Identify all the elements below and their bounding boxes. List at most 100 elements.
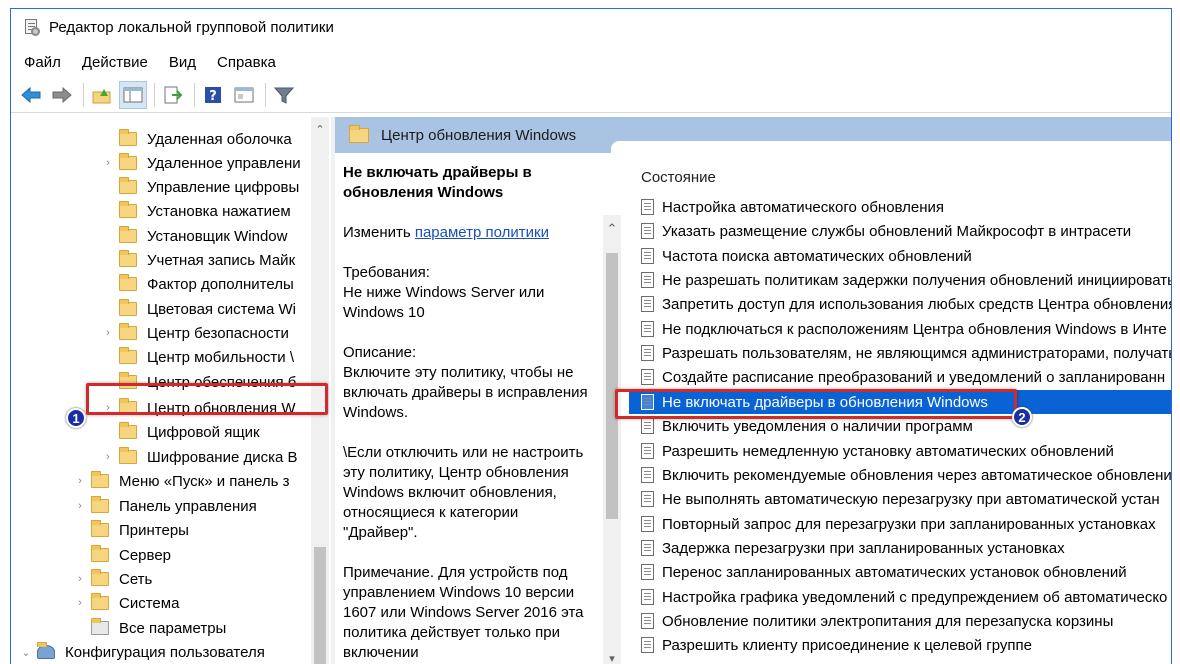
policy-row[interactable]: Задержка перезагрузки при запланированны… [629, 536, 1171, 560]
back-arrow-icon[interactable] [17, 81, 45, 109]
policy-row[interactable]: Запретить доступ для использования любых… [629, 292, 1171, 316]
folder-icon [119, 274, 137, 291]
policy-icon [641, 516, 654, 532]
menu-bar: Файл Действие Вид Справка [11, 49, 1171, 75]
policy-row[interactable]: Не подключаться к расположениям Центра о… [629, 317, 1171, 341]
folder-icon [119, 323, 137, 340]
tree-item[interactable]: Фактор дополнителы [101, 272, 331, 296]
menu-help[interactable]: Справка [217, 54, 276, 71]
up-folder-icon[interactable] [88, 81, 116, 109]
policy-row[interactable]: Настройка графика уведомлений с предупре… [629, 585, 1171, 609]
policy-row[interactable]: Разрешить клиенту присоединение к целево… [629, 633, 1171, 657]
tree-item-user-config[interactable]: ⌄ Конфигурация пользователя [19, 640, 319, 664]
policy-row[interactable]: Частота поиска автоматических обновлений [629, 244, 1171, 268]
policy-row[interactable]: Перенос запланированных автоматических у… [629, 560, 1171, 584]
policy-description: Не включать драйверы в обновления Window… [343, 163, 593, 663]
policy-row[interactable]: Повторный запрос для перезагрузки при за… [629, 512, 1171, 536]
tree-item[interactable]: › Удаленное управлени [101, 151, 331, 175]
expand-chevron-icon[interactable]: › [73, 500, 87, 512]
app-icon [23, 18, 41, 36]
policy-icon [641, 564, 654, 580]
folder-icon [119, 177, 137, 194]
content-header-title: Центр обновления Windows [381, 126, 577, 144]
toolbar-separator [154, 82, 155, 107]
folder-icon [91, 593, 109, 610]
policy-row[interactable]: Настройка автоматического обновления [629, 195, 1171, 219]
show-hide-tree-icon[interactable] [119, 80, 147, 109]
tree-item[interactable]: › Меню «Пуск» и панель з [73, 469, 331, 493]
tree-item[interactable]: Удаленная оболочка [101, 127, 331, 151]
policy-row[interactable]: Разрешать пользователям, не являющимся а… [629, 341, 1171, 365]
step-badge-1: 1 [66, 408, 86, 428]
policy-icon [641, 369, 654, 385]
policy-row[interactable]: Указать размещение службы обновлений Май… [629, 219, 1171, 243]
scroll-thumb[interactable] [314, 547, 326, 664]
highlight-box-policy [615, 389, 1017, 419]
policy-icon [641, 248, 654, 264]
scroll-up-icon[interactable]: ⌃ [603, 221, 621, 237]
expand-chevron-icon[interactable]: › [101, 157, 115, 169]
edit-policy-link[interactable]: параметр политики [415, 224, 549, 241]
expand-chevron-icon[interactable]: › [101, 451, 115, 463]
expand-chevron-icon[interactable]: › [73, 597, 87, 609]
policy-row[interactable]: Не выполнять автоматическую перезагрузку… [629, 487, 1171, 511]
menu-view[interactable]: Вид [169, 54, 196, 71]
tree-item[interactable]: Сервер [73, 543, 331, 567]
tree-item[interactable]: › Система [73, 591, 331, 615]
description-scrollbar[interactable]: ⌃ ▾ [603, 215, 621, 664]
policy-icon [641, 223, 654, 239]
collapse-chevron-icon[interactable]: ⌄ [19, 646, 33, 659]
policy-icon [641, 637, 654, 653]
folder-icon [119, 347, 137, 364]
policy-icon [641, 296, 654, 312]
policy-icon [641, 418, 654, 434]
tree-item[interactable]: Установщик Window [101, 224, 331, 248]
filter-icon[interactable] [270, 81, 298, 109]
menu-file[interactable]: Файл [24, 54, 61, 71]
policy-row[interactable]: Создайте расписание преобразований и уве… [629, 365, 1171, 389]
toolbar-separator [265, 82, 266, 107]
tree-item[interactable]: Цифровой ящик [101, 420, 331, 444]
scroll-up-icon[interactable]: ⌃ [311, 123, 329, 137]
tree-item[interactable]: Принтеры [73, 518, 331, 542]
policy-icon [641, 443, 654, 459]
export-list-icon[interactable] [159, 81, 187, 109]
tree-item[interactable]: Все параметры [73, 616, 331, 640]
user-config-icon [37, 642, 55, 659]
expand-chevron-icon[interactable]: › [73, 573, 87, 585]
policy-row[interactable]: Разрешить немедленную установку автомати… [629, 439, 1171, 463]
policy-title: Не включать драйверы в обновления Window… [343, 164, 532, 201]
note: Примечание. Для устройств под управление… [343, 564, 584, 661]
scroll-thumb[interactable] [606, 253, 618, 519]
properties-icon[interactable] [230, 81, 258, 109]
tree-item[interactable]: Цветовая система Wi [101, 297, 331, 321]
column-header-state[interactable]: Состояние [641, 169, 716, 186]
policy-icon [641, 589, 654, 605]
help-icon[interactable]: ? [199, 81, 227, 109]
folder-icon [91, 520, 109, 537]
tree-item[interactable]: › Панель управления [73, 494, 331, 518]
policy-row[interactable]: Включить рекомендуемые обновления через … [629, 463, 1171, 487]
requirements: Требования: Не ниже Windows Server или Wi… [343, 264, 545, 321]
toolbar: ? [11, 77, 1171, 113]
scroll-down-icon[interactable]: ▾ [603, 652, 621, 664]
tree-item[interactable]: Управление цифровы [101, 175, 331, 199]
policy-row[interactable]: Не разрешать политикам задержки получени… [629, 268, 1171, 292]
tree-item[interactable]: Центр мобильности \ [101, 345, 331, 369]
tree-item[interactable]: › Шифрование диска B [101, 445, 331, 469]
expand-chevron-icon[interactable]: › [101, 327, 115, 339]
policy-icon [641, 321, 654, 337]
policy-icon [641, 491, 654, 507]
tree-item[interactable]: Установка нажатием [101, 199, 331, 223]
forward-arrow-icon[interactable] [48, 81, 76, 109]
tree-item[interactable]: › Сеть [73, 567, 331, 591]
tree-item[interactable]: › Центр безопасности [101, 321, 331, 345]
tree-item[interactable]: Учетная запись Майк [101, 248, 331, 272]
policy-row[interactable]: Обновление политики электропитания для п… [629, 609, 1171, 633]
folder-icon [91, 471, 109, 488]
folder-icon [119, 299, 137, 316]
folder-icon [349, 124, 369, 143]
folder-icon [119, 422, 137, 439]
menu-action[interactable]: Действие [82, 54, 148, 71]
expand-chevron-icon[interactable]: › [73, 475, 87, 487]
